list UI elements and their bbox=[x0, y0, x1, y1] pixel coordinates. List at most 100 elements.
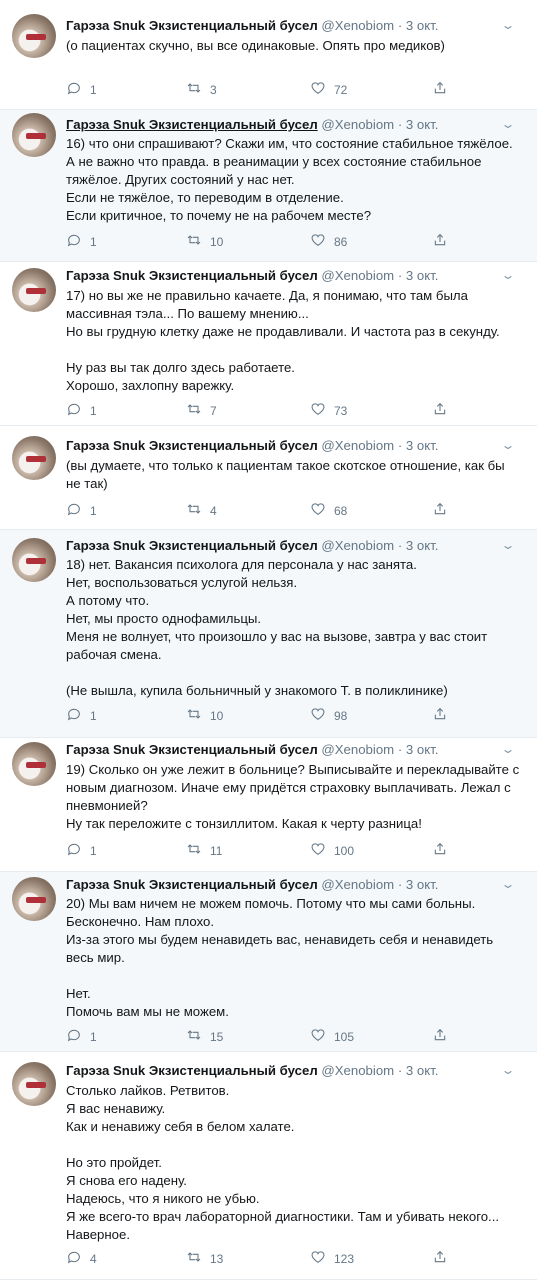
tweet-time[interactable]: 3 окт. bbox=[406, 877, 439, 892]
tweet[interactable]: Гарэза Snuk Экзистенциальный бусел @Xeno… bbox=[0, 738, 537, 872]
avatar-detail bbox=[26, 1082, 46, 1088]
avatar[interactable] bbox=[12, 538, 56, 582]
share-button[interactable] bbox=[432, 232, 448, 251]
like-button[interactable]: 98 bbox=[310, 706, 347, 725]
reply-count: 1 bbox=[90, 82, 97, 97]
tweet[interactable]: Гарэза Snuk Экзистенциальный бусел @Xeno… bbox=[0, 530, 537, 738]
retweet-button[interactable]: 13 bbox=[186, 1249, 223, 1268]
tweet-time[interactable]: 3 окт. bbox=[406, 18, 439, 33]
avatar[interactable] bbox=[12, 14, 56, 58]
tweet-time[interactable]: 3 окт. bbox=[406, 1063, 439, 1078]
author-name[interactable]: Гарэза Snuk Экзистенциальный бусел bbox=[66, 877, 318, 892]
author-name[interactable]: Гарэза Snuk Экзистенциальный бусел bbox=[66, 18, 318, 33]
author-handle[interactable]: @Xenobiom bbox=[321, 742, 394, 757]
tweet-text-line: Если критичное, то почему не на рабочем … bbox=[66, 208, 372, 223]
author-name[interactable]: Гарэза Snuk Экзистенциальный бусел bbox=[66, 117, 318, 132]
tweet-text-line: Если не тяжёлое, то переводим в отделени… bbox=[66, 190, 344, 205]
tweet-actions: 4 13 123 bbox=[66, 1249, 526, 1267]
like-button[interactable]: 100 bbox=[310, 841, 354, 860]
tweet[interactable]: Гарэза Snuk Экзистенциальный бусел @Xeno… bbox=[0, 426, 537, 530]
author-handle[interactable]: @Xenobiom bbox=[321, 438, 394, 453]
avatar[interactable] bbox=[12, 1062, 56, 1106]
like-button[interactable]: 86 bbox=[310, 232, 347, 251]
reply-button[interactable]: 1 bbox=[66, 841, 97, 860]
retweet-button[interactable]: 4 bbox=[186, 501, 217, 520]
avatar[interactable] bbox=[12, 268, 56, 312]
reply-button[interactable]: 1 bbox=[66, 401, 97, 420]
retweet-button[interactable]: 3 bbox=[186, 80, 217, 99]
retweet-button[interactable]: 10 bbox=[186, 232, 223, 251]
like-button[interactable]: 72 bbox=[310, 80, 347, 99]
tweet[interactable]: Гарэза Snuk Экзистенциальный бусел @Xeno… bbox=[0, 14, 537, 110]
like-button[interactable]: 105 bbox=[310, 1027, 354, 1046]
share-icon bbox=[432, 841, 448, 860]
tweet[interactable]: Гарэза Snuk Экзистенциальный бусел @Xeno… bbox=[0, 872, 537, 1052]
share-icon bbox=[432, 80, 448, 99]
heart-icon bbox=[310, 1249, 326, 1268]
share-button[interactable] bbox=[432, 501, 448, 520]
share-button[interactable] bbox=[432, 80, 448, 99]
tweet-time[interactable]: 3 окт. bbox=[406, 117, 439, 132]
tweet-text-line: Хорошо, захлопну варежку. bbox=[66, 378, 235, 393]
retweet-button[interactable]: 7 bbox=[186, 401, 217, 420]
reply-button[interactable]: 1 bbox=[66, 80, 97, 99]
share-icon bbox=[432, 501, 448, 520]
chevron-down-icon[interactable]: ⌄ bbox=[500, 117, 515, 131]
tweet-text-line: Я снова его надену. bbox=[66, 1173, 187, 1188]
retweet-button[interactable]: 15 bbox=[186, 1027, 223, 1046]
chevron-down-icon[interactable]: ⌄ bbox=[500, 438, 515, 452]
share-button[interactable] bbox=[432, 841, 448, 860]
like-count: 73 bbox=[334, 403, 348, 418]
author-name[interactable]: Гарэза Snuk Экзистенциальный бусел bbox=[66, 438, 318, 453]
chevron-down-icon[interactable]: ⌄ bbox=[500, 268, 515, 282]
author-handle[interactable]: @Xenobiom bbox=[321, 268, 394, 283]
tweet-time[interactable]: 3 окт. bbox=[406, 742, 439, 757]
tweet[interactable]: Гарэза Snuk Экзистенциальный бусел @Xeno… bbox=[0, 262, 537, 426]
reply-button[interactable]: 1 bbox=[66, 1027, 97, 1046]
reply-button[interactable]: 1 bbox=[66, 706, 97, 725]
author-handle[interactable]: @Xenobiom bbox=[321, 877, 394, 892]
separator-dot: · bbox=[397, 117, 403, 132]
avatar[interactable] bbox=[12, 877, 56, 921]
like-button[interactable]: 123 bbox=[310, 1249, 354, 1268]
tweet-text-line: Из-за этого мы будем ненавидеть вас, нен… bbox=[66, 932, 494, 947]
separator-dot: · bbox=[397, 268, 403, 283]
tweet[interactable]: Гарэза Snuk Экзистенциальный бусел @Xeno… bbox=[0, 1052, 537, 1280]
chevron-down-icon[interactable]: ⌄ bbox=[500, 877, 515, 891]
tweet[interactable]: Гарэза Snuk Экзистенциальный бусел @Xeno… bbox=[0, 110, 537, 262]
share-button[interactable] bbox=[432, 401, 448, 420]
author-handle[interactable]: @Xenobiom bbox=[321, 1063, 394, 1078]
chevron-down-icon[interactable]: ⌄ bbox=[500, 742, 515, 756]
like-button[interactable]: 73 bbox=[310, 401, 347, 420]
reply-button[interactable]: 1 bbox=[66, 501, 97, 520]
share-button[interactable] bbox=[432, 1249, 448, 1268]
tweet-text-line: 20) Мы вам ничем не можем помочь. Потому… bbox=[66, 896, 476, 911]
retweet-button[interactable]: 11 bbox=[186, 841, 222, 860]
chevron-down-icon[interactable]: ⌄ bbox=[500, 538, 515, 552]
author-name[interactable]: Гарэза Snuk Экзистенциальный бусел bbox=[66, 1063, 318, 1078]
reply-icon bbox=[66, 232, 82, 251]
reply-count: 1 bbox=[90, 234, 97, 249]
share-button[interactable] bbox=[432, 706, 448, 725]
share-button[interactable] bbox=[432, 1027, 448, 1046]
tweet-time[interactable]: 3 окт. bbox=[406, 268, 439, 283]
author-handle[interactable]: @Xenobiom bbox=[321, 117, 394, 132]
author-name[interactable]: Гарэза Snuk Экзистенциальный бусел bbox=[66, 538, 318, 553]
avatar[interactable] bbox=[12, 742, 56, 786]
avatar[interactable] bbox=[12, 113, 56, 157]
like-button[interactable]: 68 bbox=[310, 501, 347, 520]
tweet-time[interactable]: 3 окт. bbox=[406, 538, 439, 553]
author-name[interactable]: Гарэза Snuk Экзистенциальный бусел bbox=[66, 268, 318, 283]
author-name[interactable]: Гарэза Snuk Экзистенциальный бусел bbox=[66, 742, 318, 757]
author-handle[interactable]: @Xenobiom bbox=[321, 538, 394, 553]
retweet-button[interactable]: 10 bbox=[186, 706, 223, 725]
reply-button[interactable]: 4 bbox=[66, 1249, 97, 1268]
tweet-time[interactable]: 3 окт. bbox=[406, 438, 439, 453]
avatar[interactable] bbox=[12, 436, 56, 480]
tweet-text-line: Нет. bbox=[66, 986, 91, 1001]
reply-button[interactable]: 1 bbox=[66, 232, 97, 251]
tweet-text-line: Столько лайков. Ретвитов. bbox=[66, 1083, 230, 1098]
chevron-down-icon[interactable]: ⌄ bbox=[500, 18, 515, 32]
chevron-down-icon[interactable]: ⌄ bbox=[500, 1063, 515, 1077]
author-handle[interactable]: @Xenobiom bbox=[321, 18, 394, 33]
